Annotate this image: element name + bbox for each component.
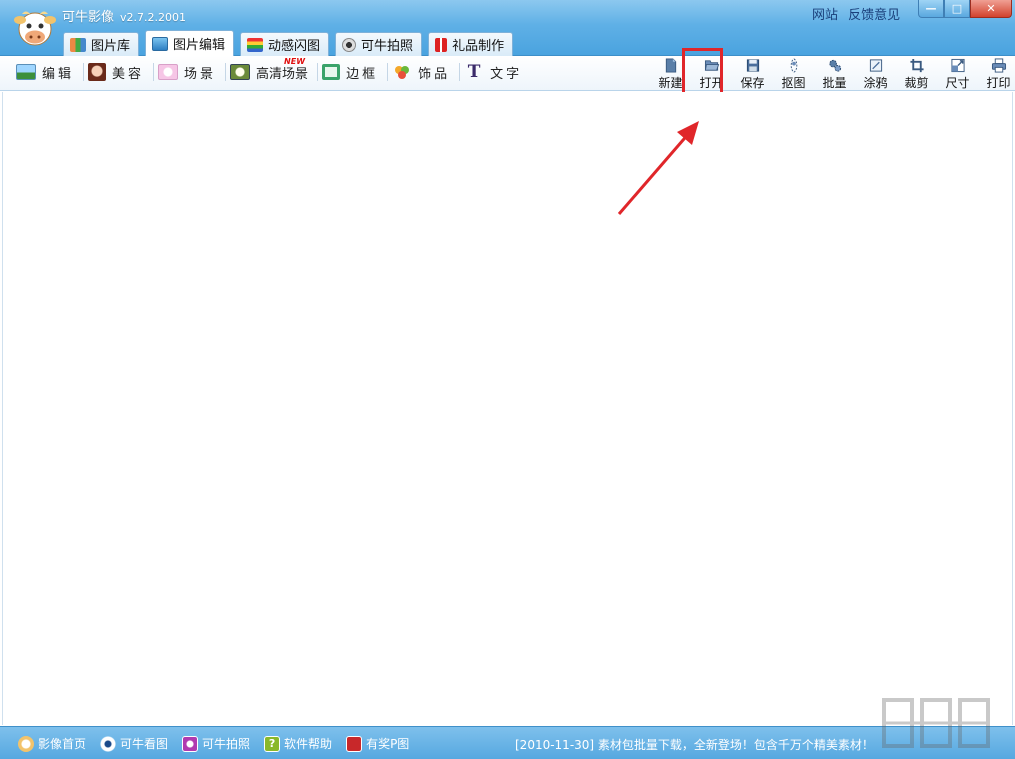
viewer-link[interactable]: 可牛看图 xyxy=(100,735,168,752)
save-button[interactable]: 保存 xyxy=(732,56,773,91)
tab-image-edit[interactable]: 图片编辑 xyxy=(145,30,235,56)
animation-icon xyxy=(247,37,264,52)
doodle-label: 涂鸦 xyxy=(863,76,888,90)
help-link[interactable]: ? 软件帮助 xyxy=(264,735,332,752)
frame-icon xyxy=(322,64,341,80)
gift-icon xyxy=(435,37,448,52)
image-canvas[interactable] xyxy=(2,92,1013,725)
scene-icon xyxy=(158,64,179,80)
print-label: 打印 xyxy=(986,76,1011,90)
help-icon: ? xyxy=(264,735,281,752)
tool-label: 饰品 xyxy=(418,66,451,82)
tool-label: 文字 xyxy=(490,66,523,82)
tool-scene[interactable]: 场景 xyxy=(154,63,225,82)
tab-gift[interactable]: 礼品制作 xyxy=(428,32,514,56)
resize-button[interactable]: 尺寸 xyxy=(937,56,978,91)
tool-edit[interactable]: 编辑 xyxy=(12,63,83,82)
tool-hd-scene[interactable]: 高清场景 NEW xyxy=(226,57,317,82)
tool-beauty[interactable]: 美容 xyxy=(84,63,153,82)
tab-label: 图片库 xyxy=(91,39,131,54)
cow-logo-icon xyxy=(14,11,56,46)
text-icon: T xyxy=(467,62,481,82)
new-file-icon xyxy=(665,58,676,73)
news-ticker[interactable]: [2010-11-30] 素材包批量下载，全新登场！包含千万个精美素材！ xyxy=(515,736,874,753)
save-icon xyxy=(746,59,759,72)
gallery-icon xyxy=(70,37,86,52)
hd-scene-icon xyxy=(230,64,251,80)
cutout-button[interactable]: 抠图 xyxy=(773,56,814,91)
resize-label: 尺寸 xyxy=(945,76,970,90)
edit-toolbar: 编辑 美容 场景 高清场景 NEW 边框 饰品 T 文字 新建 打开 保存 抠图… xyxy=(0,56,1015,91)
status-link-label: 有奖P图 xyxy=(366,737,410,751)
camera-icon xyxy=(342,37,357,52)
close-button[interactable]: ✕ xyxy=(970,0,1012,18)
maximize-button[interactable]: □ xyxy=(944,0,970,18)
cutout-icon xyxy=(790,58,797,73)
doodle-button[interactable]: 涂鸦 xyxy=(855,56,896,91)
website-link[interactable]: 网站 xyxy=(812,8,838,23)
feedback-link[interactable]: 反馈意见 xyxy=(848,8,900,23)
status-bar: 影像首页 可牛看图 可牛拍照 ? 软件帮助 有奖P图 [2010-11-30] … xyxy=(0,726,1015,759)
app-version: v2.7.2.2001 xyxy=(120,11,187,24)
print-icon xyxy=(991,58,1006,73)
status-link-label: 软件帮助 xyxy=(284,737,333,751)
prize-icon xyxy=(346,735,363,752)
tab-label: 动感闪图 xyxy=(268,39,321,54)
app-name: 可牛影像 xyxy=(62,10,115,25)
batch-gear-icon xyxy=(828,59,841,72)
prize-link[interactable]: 有奖P图 xyxy=(346,735,409,752)
status-link-label: 影像首页 xyxy=(38,737,87,751)
camera-link[interactable]: 可牛拍照 xyxy=(182,735,250,752)
face-icon xyxy=(88,63,107,81)
watermark-logo-icon xyxy=(882,698,990,748)
open-highlight-box xyxy=(682,48,723,96)
home-link[interactable]: 影像首页 xyxy=(18,735,86,752)
tab-camera[interactable]: 可牛拍照 xyxy=(335,32,423,56)
batch-button[interactable]: 批量 xyxy=(814,56,855,91)
cow-home-icon xyxy=(18,735,34,752)
eye-icon xyxy=(100,735,117,752)
tool-decoration[interactable]: 饰品 xyxy=(388,63,459,82)
minimize-button[interactable]: — xyxy=(918,0,944,18)
cutout-label: 抠图 xyxy=(781,76,806,90)
status-link-label: 可牛看图 xyxy=(120,737,169,751)
tool-label: 美容 xyxy=(112,66,145,82)
landscape-icon xyxy=(16,64,36,80)
tab-gallery[interactable]: 图片库 xyxy=(63,32,140,56)
app-title: 可牛影像 v2.7.2.2001 xyxy=(62,6,186,25)
new-label: 新建 xyxy=(658,76,683,90)
tool-label: 场景 xyxy=(184,66,217,82)
tab-label: 图片编辑 xyxy=(173,38,226,53)
tab-label: 礼品制作 xyxy=(452,39,505,54)
title-bar: 可牛影像 v2.7.2.2001 网站 反馈意见 — □ ✕ 图片库 图片编辑 动… xyxy=(0,0,1015,56)
doodle-icon xyxy=(869,59,882,72)
batch-label: 批量 xyxy=(822,76,847,90)
tool-text[interactable]: T 文字 xyxy=(460,62,531,82)
tool-frame[interactable]: 边框 xyxy=(318,63,387,82)
main-tabs: 图片库 图片编辑 动感闪图 可牛拍照 礼品制作 xyxy=(63,30,514,56)
tool-label: 边框 xyxy=(346,66,379,82)
image-edit-icon xyxy=(152,36,169,51)
tool-label: 编辑 xyxy=(42,66,75,82)
resize-icon xyxy=(950,58,965,73)
print-button[interactable]: 打印 xyxy=(978,56,1015,91)
save-label: 保存 xyxy=(740,76,765,90)
status-link-label: 可牛拍照 xyxy=(202,737,251,751)
camera-icon xyxy=(182,735,199,752)
crop-label: 裁剪 xyxy=(904,76,929,90)
tab-animation[interactable]: 动感闪图 xyxy=(240,32,330,56)
clover-icon xyxy=(395,66,410,79)
crop-icon xyxy=(909,58,924,73)
new-badge: NEW xyxy=(284,56,306,66)
crop-button[interactable]: 裁剪 xyxy=(896,56,937,91)
tab-label: 可牛拍照 xyxy=(361,39,414,54)
